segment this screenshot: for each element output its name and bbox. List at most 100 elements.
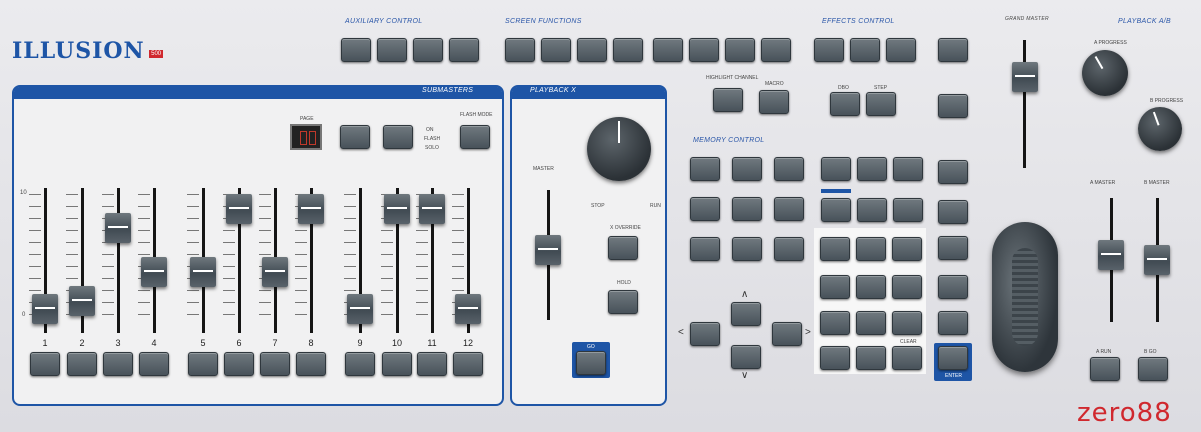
keypad-5[interactable] (856, 275, 886, 299)
edit-button-1[interactable] (821, 157, 851, 181)
submaster-fader[interactable] (384, 194, 410, 224)
aux-button-3[interactable] (413, 38, 443, 62)
highlight-channel-button[interactable] (713, 88, 743, 112)
submaster-fader[interactable] (69, 286, 95, 316)
trackball-wheel[interactable] (992, 222, 1058, 372)
submaster-flash-button[interactable] (67, 352, 97, 376)
function-button-4[interactable] (613, 38, 643, 62)
side-button-3[interactable] (938, 160, 968, 184)
submaster-fader[interactable] (262, 257, 288, 287)
submaster-flash-button[interactable] (30, 352, 60, 376)
submaster-fader[interactable] (226, 194, 252, 224)
step-label: STEP (874, 85, 888, 91)
submaster-flash-button[interactable] (139, 352, 169, 376)
macro-button[interactable] (759, 90, 789, 114)
a-master-fader[interactable] (1098, 240, 1124, 270)
memory-button-9[interactable] (774, 237, 804, 261)
page-down-button[interactable] (383, 125, 413, 149)
edit-button-6[interactable] (893, 198, 923, 222)
memory-button-6[interactable] (774, 197, 804, 221)
submaster-flash-button[interactable] (188, 352, 218, 376)
function-button-2[interactable] (541, 38, 571, 62)
effects-button-3[interactable] (886, 38, 916, 62)
side-button-6[interactable] (938, 275, 968, 299)
effects-button-2[interactable] (850, 38, 880, 62)
side-button-4[interactable] (938, 200, 968, 224)
edit-button-3[interactable] (893, 157, 923, 181)
submaster-fader[interactable] (455, 294, 481, 324)
side-button-5[interactable] (938, 236, 968, 260)
memory-button-1[interactable] (690, 157, 720, 181)
memory-button-5[interactable] (732, 197, 762, 221)
fade-b-knob[interactable] (1138, 107, 1182, 151)
side-button-2[interactable] (938, 94, 968, 118)
function-button-5[interactable] (653, 38, 683, 62)
keypad-3[interactable] (892, 311, 922, 335)
submaster-flash-button[interactable] (224, 352, 254, 376)
keypad-4[interactable] (820, 275, 850, 299)
submaster-flash-button[interactable] (103, 352, 133, 376)
memory-button-4[interactable] (690, 197, 720, 221)
keypad-9[interactable] (892, 237, 922, 261)
keypad-7[interactable] (820, 237, 850, 261)
arrow-down-button[interactable] (731, 345, 761, 369)
keypad-1[interactable] (820, 311, 850, 335)
submaster-flash-button[interactable] (417, 352, 447, 376)
edit-button-5[interactable] (857, 198, 887, 222)
a-run-button[interactable] (1090, 357, 1120, 381)
side-button-7[interactable] (938, 311, 968, 335)
submaster-flash-button[interactable] (260, 352, 290, 376)
arrow-right-button[interactable] (772, 322, 802, 346)
fade-a-knob[interactable] (1082, 50, 1128, 96)
submaster-flash-button[interactable] (296, 352, 326, 376)
submaster-flash-button[interactable] (345, 352, 375, 376)
memory-button-2[interactable] (732, 157, 762, 181)
submaster-fader[interactable] (141, 257, 167, 287)
function-button-6[interactable] (689, 38, 719, 62)
arrow-up-button[interactable] (731, 302, 761, 326)
keypad-8[interactable] (856, 237, 886, 261)
keypad-dot[interactable] (856, 346, 886, 370)
step-button[interactable] (866, 92, 896, 116)
aux-button-1[interactable] (341, 38, 371, 62)
aux-button-2[interactable] (377, 38, 407, 62)
memory-button-8[interactable] (732, 237, 762, 261)
aux-button-4[interactable] (449, 38, 479, 62)
keypad-6[interactable] (892, 275, 922, 299)
keypad-2[interactable] (856, 311, 886, 335)
x-override-button[interactable] (608, 236, 638, 260)
side-button-1[interactable] (938, 38, 968, 62)
function-button-7[interactable] (725, 38, 755, 62)
submaster-flash-button[interactable] (453, 352, 483, 376)
submaster-fader[interactable] (105, 213, 131, 243)
memory-button-3[interactable] (774, 157, 804, 181)
b-go-button[interactable] (1138, 357, 1168, 381)
scale-mark (29, 206, 41, 207)
function-button-1[interactable] (505, 38, 535, 62)
submaster-fader[interactable] (298, 194, 324, 224)
grand-master-fader[interactable] (1012, 62, 1038, 92)
keypad-0[interactable] (820, 346, 850, 370)
go-button[interactable] (576, 351, 606, 375)
submaster-fader[interactable] (190, 257, 216, 287)
submaster-fader[interactable] (347, 294, 373, 324)
effects-button-1[interactable] (814, 38, 844, 62)
submaster-flash-button[interactable] (382, 352, 412, 376)
edit-button-4[interactable] (821, 198, 851, 222)
b-master-fader[interactable] (1144, 245, 1170, 275)
function-button-3[interactable] (577, 38, 607, 62)
fade-time-knob[interactable] (587, 117, 651, 181)
dbo-button[interactable] (830, 92, 860, 116)
edit-button-2[interactable] (857, 157, 887, 181)
memory-button-7[interactable] (690, 237, 720, 261)
submaster-fader[interactable] (419, 194, 445, 224)
playback-x-fader[interactable] (535, 235, 561, 265)
function-button-8[interactable] (761, 38, 791, 62)
enter-button[interactable] (938, 346, 968, 370)
hold-button[interactable] (608, 290, 638, 314)
arrow-left-button[interactable] (690, 322, 720, 346)
submaster-fader[interactable] (32, 294, 58, 324)
flash-mode-button[interactable] (460, 125, 490, 149)
keypad-clear[interactable] (892, 346, 922, 370)
page-up-button[interactable] (340, 125, 370, 149)
